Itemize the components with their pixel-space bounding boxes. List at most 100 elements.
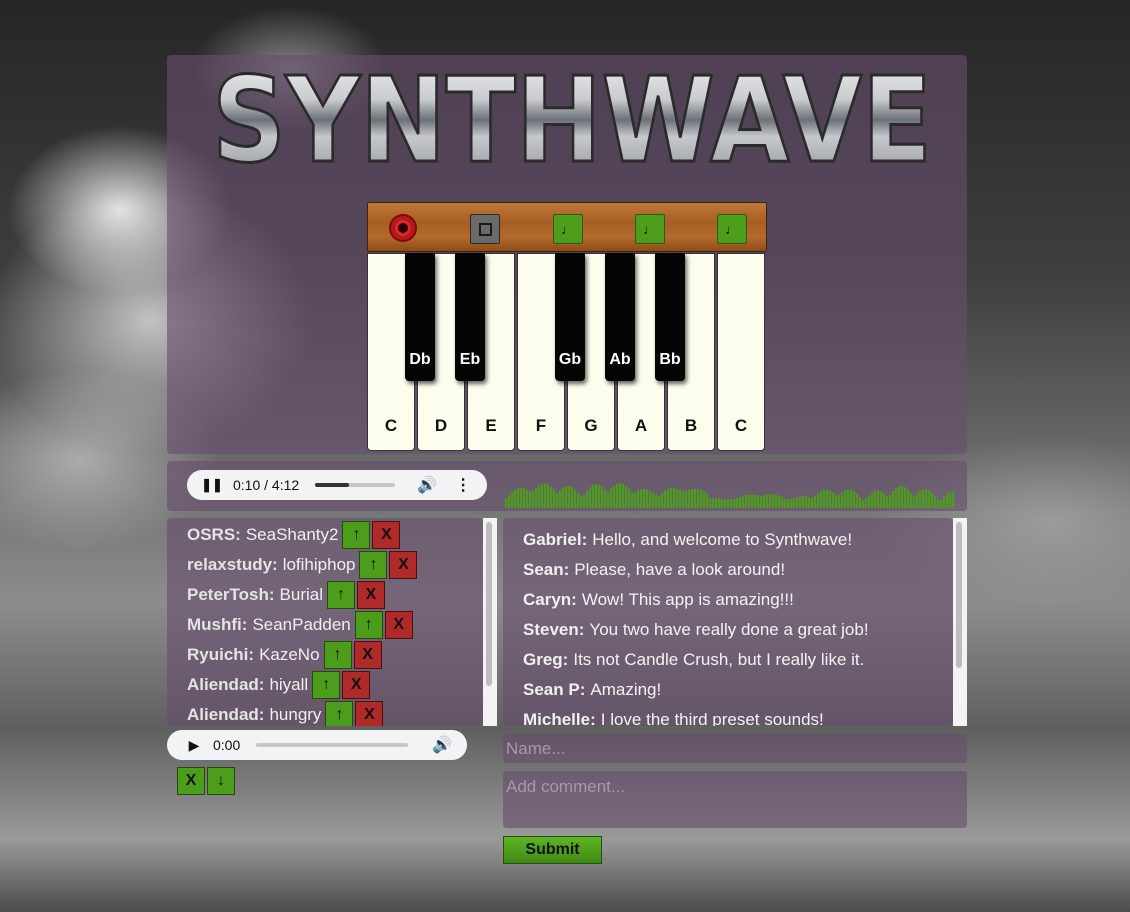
chat-scrollbar[interactable] (953, 518, 967, 726)
chat-user: Michelle: (523, 710, 596, 726)
chat-user: Caryn: (523, 590, 577, 609)
volume-icon[interactable]: 🔊 (417, 475, 437, 495)
black-key-gb[interactable]: Gb (555, 253, 585, 381)
recording-audio-player[interactable]: ▶ 0:00 🔊 (167, 730, 467, 760)
queue-user: Ryuichi: (187, 645, 255, 664)
delete-recording-button[interactable]: X (177, 767, 205, 795)
visualizer-bar (535, 487, 538, 508)
stop-button[interactable] (470, 214, 500, 244)
visualizer-bar (904, 487, 907, 508)
visualizer-bar (682, 491, 685, 508)
visualizer-bar (823, 490, 826, 508)
visualizer-bar (574, 489, 577, 508)
list-item: Aliendad: hiyall ↑ X (187, 670, 371, 700)
visualizer-bar (640, 489, 643, 508)
name-input[interactable]: Name... (503, 734, 967, 763)
visualizer-bar (790, 498, 793, 508)
visualizer-bar (637, 490, 640, 508)
black-key-db[interactable]: Db (405, 253, 435, 381)
visualizer-bar (649, 491, 652, 508)
visualizer-bar (508, 494, 511, 508)
visualizer-bar (610, 488, 613, 508)
volume-icon[interactable]: 🔊 (432, 735, 452, 755)
remove-button[interactable]: X (389, 551, 418, 579)
visualizer-bar (922, 489, 925, 508)
queue-track: SeanPadden (252, 615, 351, 634)
black-key-ab[interactable]: Ab (605, 253, 635, 381)
visualizer-bar (946, 493, 949, 508)
visualizer-bar (937, 500, 940, 508)
move-up-button[interactable]: ↑ (312, 671, 341, 699)
visualizer-bar (778, 495, 781, 508)
submit-button[interactable]: Submit (503, 836, 602, 864)
comment-input[interactable]: Add comment... (503, 771, 967, 828)
player-progress[interactable] (315, 483, 396, 487)
download-recording-button[interactable]: ↓ (207, 767, 235, 795)
move-up-button[interactable]: ↑ (359, 551, 388, 579)
piano-control-bar: ♩ ♩ ♩ (367, 202, 767, 252)
recording-time: 0:00 (213, 737, 241, 753)
move-up-button[interactable]: ↑ (327, 581, 356, 609)
list-item: PeterTosh: Burial ↑ X (187, 580, 386, 610)
visualizer-bar (625, 485, 628, 508)
visualizer-bar (607, 492, 610, 508)
queue-scrollbar-thumb[interactable] (486, 522, 492, 686)
visualizer-bar (889, 494, 892, 508)
more-options-icon[interactable]: ⋮ (455, 475, 471, 495)
remove-button[interactable]: X (384, 611, 413, 639)
visualizer-bar (577, 492, 580, 508)
remove-button[interactable]: X (355, 701, 384, 726)
remove-button[interactable]: X (342, 671, 371, 699)
visualizer-bar (949, 491, 952, 508)
queue-scrollbar[interactable] (483, 518, 497, 726)
black-key-bb[interactable]: Bb (655, 253, 685, 381)
queue-user: Aliendad: (187, 675, 265, 694)
pause-icon[interactable]: ❚❚ (199, 477, 225, 493)
chat-text: Its not Candle Crush, but I really like … (573, 650, 865, 669)
key-label: A (634, 416, 648, 435)
recording-progress[interactable] (256, 743, 409, 747)
visualizer-bar (934, 496, 937, 508)
list-item: OSRS: SeaShanty2 ↑ X (187, 520, 401, 550)
key-label: E (485, 416, 497, 435)
visualizer-bar (526, 489, 529, 508)
white-key-c-high[interactable]: C (717, 253, 765, 451)
visualizer-bar (688, 489, 691, 508)
key-label: Ab (609, 351, 631, 368)
visualizer-bar (718, 498, 721, 508)
preset-2-button[interactable]: ♩ (635, 214, 665, 244)
comment-placeholder: Add comment... (506, 777, 626, 796)
visualizer-bar (880, 491, 883, 508)
list-item: relaxstudy: lofihiphop ↑ X (187, 550, 418, 580)
key-label: C (734, 416, 748, 435)
play-icon[interactable]: ▶ (181, 737, 207, 754)
visualizer-bar (898, 486, 901, 508)
visualizer-bar (853, 491, 856, 508)
preset-3-button[interactable]: ♩ (717, 214, 747, 244)
move-up-button[interactable]: ↑ (325, 701, 354, 726)
chat-scrollbar-thumb[interactable] (956, 522, 962, 668)
chat-user: Gabriel: (523, 530, 588, 549)
visualizer-bar (892, 491, 895, 508)
remove-button[interactable]: X (372, 521, 401, 549)
move-up-button[interactable]: ↑ (323, 641, 352, 669)
visualizer-bar (685, 491, 688, 508)
visualizer-bar (826, 489, 829, 508)
record-button[interactable] (389, 214, 417, 242)
visualizer-bar (733, 499, 736, 508)
move-up-button[interactable]: ↑ (342, 521, 371, 549)
main-audio-player[interactable]: ❚❚ 0:10 / 4:12 🔊 ⋮ (187, 470, 487, 500)
move-up-button[interactable]: ↑ (354, 611, 383, 639)
visualizer-bar (799, 496, 802, 508)
visualizer-bar (634, 492, 637, 508)
chat-user: Steven: (523, 620, 585, 639)
black-key-eb[interactable]: Eb (455, 253, 485, 381)
visualizer-bar (745, 495, 748, 508)
preset-1-button[interactable]: ♩ (553, 214, 583, 244)
queue-track: KazeNo (259, 645, 320, 664)
player-progress-fill (315, 483, 349, 487)
visualizer-bar (748, 494, 751, 508)
remove-button[interactable]: X (353, 641, 382, 669)
queue-user: relaxstudy: (187, 555, 278, 574)
remove-button[interactable]: X (357, 581, 386, 609)
